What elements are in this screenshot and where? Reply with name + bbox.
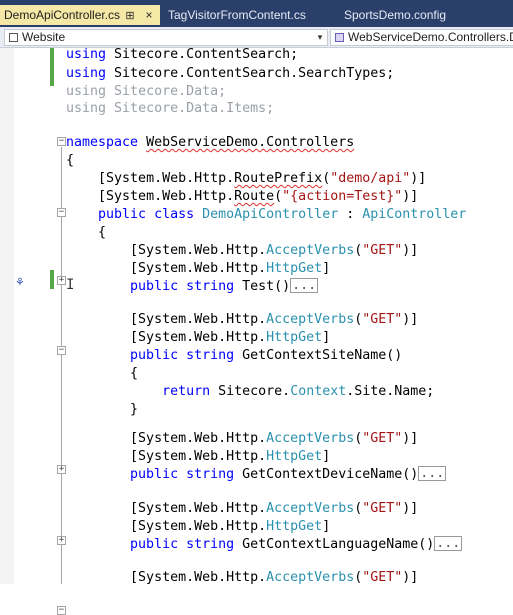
tab-sportsdemo-config[interactable]: SportsDemo.config [340, 5, 446, 25]
collapsed-region[interactable]: ... [290, 278, 319, 293]
close-icon[interactable]: × [142, 5, 156, 25]
change-indicator [50, 270, 54, 289]
code-line: public class DemoApiController : ApiCont… [98, 207, 467, 222]
indicator-margin [0, 48, 14, 584]
code-line: public string GetContextSiteName() [130, 348, 403, 363]
code-line: [System.Web.Http.AcceptVerbs("GET")] [130, 312, 419, 327]
code-line: [System.Web.Http.AcceptVerbs("GET")] [130, 431, 419, 446]
code-line: { [98, 225, 107, 240]
code-line: return Sitecore.Context.Site.Name; [162, 384, 435, 399]
code-line: } [130, 402, 139, 417]
collapsed-region[interactable]: ... [418, 466, 447, 481]
collapse-icon[interactable]: − [57, 137, 66, 146]
collapse-icon[interactable]: − [57, 606, 66, 615]
code-line: using Sitecore.Data.Items; [66, 101, 275, 116]
type-path-label: WebServiceDemo.Controllers.De [348, 30, 513, 44]
tab-demoapicontroller[interactable]: DemoApiController.cs ⊞ × [0, 5, 160, 25]
tab-label: TagVisitorFromContent.cs [168, 8, 306, 22]
code-line: public string GetContextLanguageName()..… [130, 536, 463, 552]
code-line: [System.Web.Http.HttpGet] [130, 261, 331, 276]
code-line: [System.Web.Http.RoutePrefix("demo/api")… [98, 171, 427, 186]
code-line: [System.Web.Http.AcceptVerbs("GET")] [130, 570, 419, 585]
code-editor[interactable]: − − + − + + − ⚘ I using Sitecore.Content… [0, 47, 513, 615]
tab-tagvisitorfromcontent[interactable]: TagVisitorFromContent.cs [164, 5, 306, 25]
code-line: namespace WebServiceDemo.Controllers [66, 135, 355, 150]
project-dropdown[interactable]: Website ▾ [4, 29, 328, 46]
collapsed-region[interactable]: ... [434, 536, 463, 551]
expand-icon[interactable]: + [57, 465, 66, 474]
code-line: public string Test()... [130, 278, 319, 294]
code-line: [System.Web.Http.AcceptVerbs("GET")] [130, 243, 419, 258]
pin-icon[interactable]: ⊞ [125, 10, 134, 22]
project-icon [9, 33, 18, 42]
tab-label: DemoApiController.cs [4, 8, 121, 22]
code-line: { [66, 153, 75, 168]
change-indicator [50, 48, 54, 86]
type-dropdown[interactable]: WebServiceDemo.Controllers.De [330, 29, 513, 46]
code-line: using Sitecore.ContentSearch.SearchTypes… [66, 66, 395, 81]
class-icon [335, 33, 344, 42]
code-line: { [130, 366, 139, 381]
chevron-down-icon[interactable]: ▾ [314, 30, 326, 45]
document-tab-strip: DemoApiController.cs ⊞ × TagVisitorFromC… [0, 0, 513, 27]
code-line: [System.Web.Http.HttpGet] [130, 519, 331, 534]
expand-icon[interactable]: + [57, 276, 66, 285]
code-line: [System.Web.Http.HttpGet] [130, 330, 331, 345]
collapse-icon[interactable]: − [57, 346, 66, 355]
code-line: [System.Web.Http.AcceptVerbs("GET")] [130, 501, 419, 516]
project-label: Website [22, 30, 66, 44]
code-line: using Sitecore.ContentSearch; [66, 47, 299, 62]
code-line: [System.Web.Http.HttpGet] [130, 449, 331, 464]
code-line: [System.Web.Http.Route("{action=Test}")] [98, 189, 419, 204]
expand-icon[interactable]: + [57, 536, 66, 545]
tab-label: SportsDemo.config [344, 8, 447, 22]
collapse-icon[interactable]: − [57, 208, 66, 217]
code-line: public string GetContextDeviceName()... [130, 466, 447, 482]
quick-action-icon[interactable]: ⚘ [16, 275, 24, 290]
